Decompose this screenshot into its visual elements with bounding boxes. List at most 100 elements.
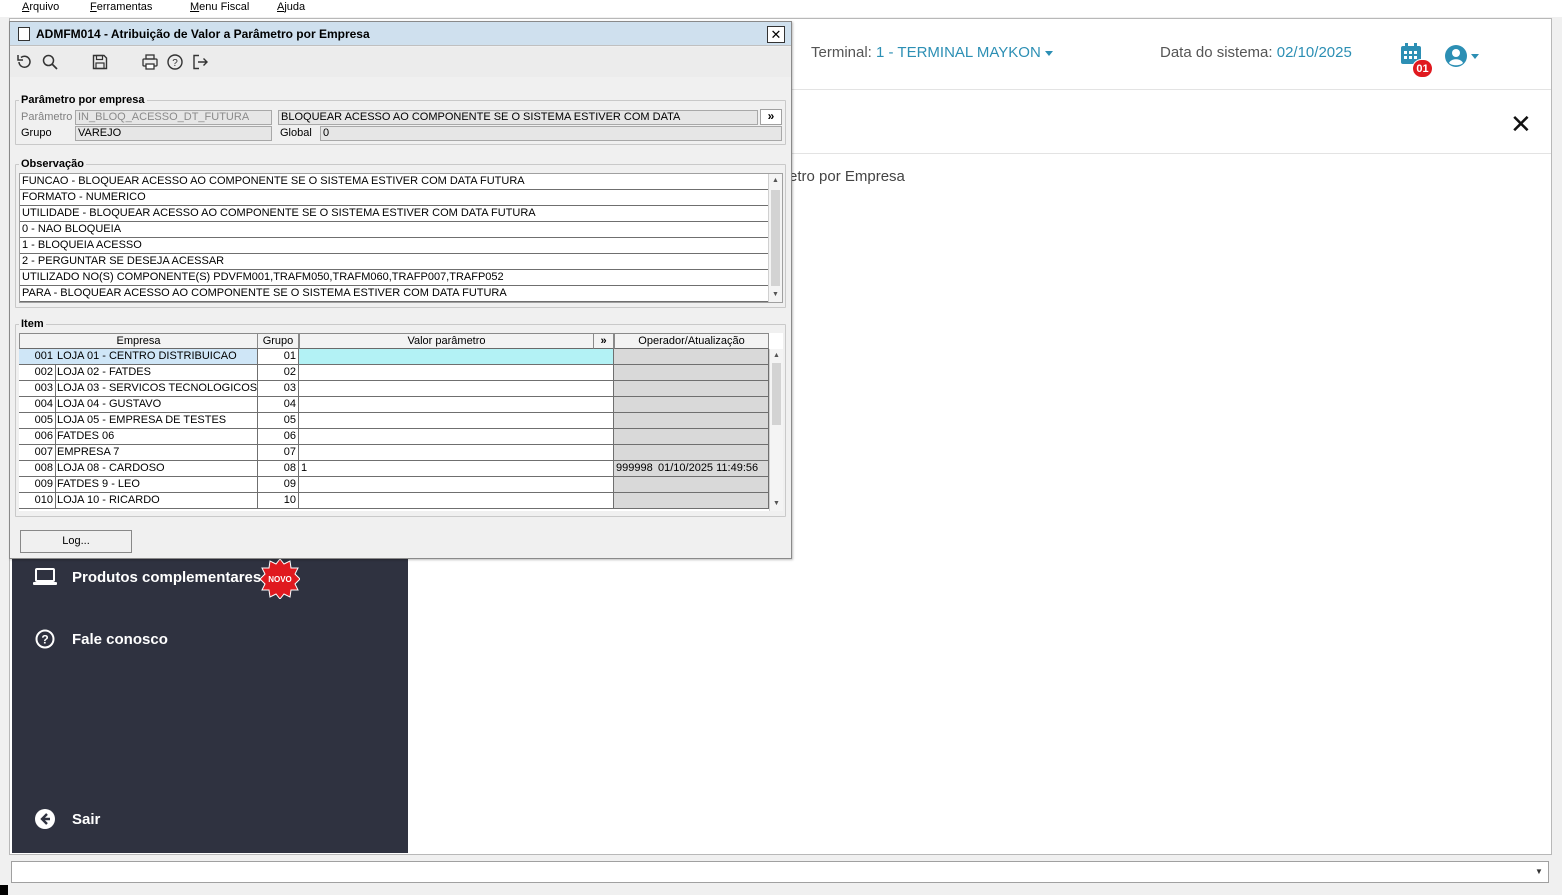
date-value: 02/10/2025 (1276, 44, 1352, 61)
cell-atualizacao (656, 365, 769, 381)
search-icon[interactable] (41, 53, 59, 71)
menu-arquivo[interactable]: Arquivo (22, 1, 59, 13)
sidebar-item-sair[interactable]: Sair (32, 806, 100, 832)
table-row[interactable]: 002 LOJA 02 - FATDES 02 (19, 365, 769, 381)
terminal-label: Terminal: (811, 44, 872, 61)
cell-valor[interactable] (299, 477, 614, 493)
cell-valor[interactable] (299, 445, 614, 461)
undo-icon[interactable] (15, 53, 33, 71)
cell-grupo: 09 (257, 477, 299, 493)
sidebar-item-fale-conosco[interactable]: ? Fale conosco (32, 626, 168, 652)
cell-code: 006 (19, 429, 56, 445)
scroll-up-icon[interactable]: ▲ (769, 174, 782, 188)
cell-code: 004 (19, 397, 56, 413)
table-row[interactable]: 004 LOJA 04 - GUSTAVO 04 (19, 397, 769, 413)
system-date: Data do sistema: 02/10/2025 (1160, 44, 1352, 61)
group-field[interactable]: VAREJO (75, 126, 272, 141)
toolbar: ? (10, 47, 791, 77)
menu-bar: Arquivo Ferramentas Menu Fiscal Ajuda (0, 0, 1562, 17)
help-icon[interactable]: ? (166, 53, 184, 71)
column-header-empresa[interactable]: Empresa (19, 333, 258, 349)
column-header-valor[interactable]: Valor parâmetro (299, 333, 594, 349)
laptop-icon (32, 564, 58, 590)
global-field[interactable]: 0 (320, 126, 782, 141)
sidebar: Produtos complementares NOVO ? Fale cono… (12, 540, 408, 853)
cell-valor[interactable] (299, 349, 614, 365)
cell-valor[interactable] (299, 429, 614, 445)
cell-valor[interactable] (299, 413, 614, 429)
cell-valor[interactable]: 1 (299, 461, 614, 477)
cell-code: 008 (19, 461, 56, 477)
table-row[interactable]: 010 LOJA 10 - RICARDO 10 (19, 493, 769, 509)
observation-list[interactable]: FUNCAO - BLOQUEAR ACESSO AO COMPONENTE S… (19, 173, 783, 303)
column-header-grupo[interactable]: Grupo (257, 333, 299, 349)
cell-atualizacao (656, 381, 769, 397)
cell-grupo: 07 (257, 445, 299, 461)
scroll-up-icon[interactable]: ▲ (770, 349, 783, 363)
scroll-thumb[interactable] (772, 363, 781, 425)
chevron-down-icon[interactable] (1044, 50, 1053, 56)
save-icon[interactable] (91, 53, 109, 71)
table-row[interactable]: 008 LOJA 08 - CARDOSO 08 1 999998 01/10/2025 … (19, 461, 769, 477)
cell-code: 005 (19, 413, 56, 429)
scroll-thumb[interactable] (771, 190, 780, 286)
dialog-admfm014: ADMFM014 - Atribuição de Valor a Parâmet… (9, 21, 792, 559)
dialog-close-button[interactable]: ✕ (767, 26, 785, 43)
observation-scrollbar[interactable]: ▲ ▼ (768, 174, 782, 302)
cell-name: FATDES 06 (55, 429, 258, 445)
grid-scrollbar[interactable]: ▲ ▼ (769, 349, 783, 511)
table-row[interactable]: 003 LOJA 03 - SERVICOS TECNOLOGICOS LT 03 (19, 381, 769, 397)
cell-atualizacao (656, 493, 769, 509)
cell-valor[interactable] (299, 493, 614, 509)
cell-name: LOJA 05 - EMPRESA DE TESTES (55, 413, 258, 429)
cell-operador (614, 445, 657, 461)
cell-atualizacao (656, 349, 769, 365)
param-description-field[interactable]: BLOQUEAR ACESSO AO COMPONENTE SE O SISTE… (278, 110, 758, 125)
menu-fiscal[interactable]: Menu Fiscal (190, 1, 249, 13)
cell-operador (614, 413, 657, 429)
print-icon[interactable] (141, 53, 159, 71)
table-row[interactable]: 009 FATDES 9 - LEO 09 (19, 477, 769, 493)
cell-name: LOJA 03 - SERVICOS TECNOLOGICOS LT (55, 381, 258, 397)
table-row[interactable]: 001 LOJA 01 - CENTRO DISTRIBUICAO 01 (19, 349, 769, 365)
dialog-title-bar[interactable]: ADMFM014 - Atribuição de Valor a Parâmet… (10, 22, 791, 46)
terminal-value[interactable]: 1 - TERMINAL MAYKON (876, 44, 1041, 61)
status-combo[interactable]: ▼ (11, 861, 1549, 883)
exit-icon[interactable] (191, 53, 209, 71)
item-grid[interactable]: Empresa Grupo Valor parâmetro » Operador… (19, 333, 783, 511)
svg-text:?: ? (41, 633, 48, 647)
cell-atualizacao (656, 429, 769, 445)
param-field[interactable]: IN_BLOQ_ACESSO_DT_FUTURA (75, 110, 272, 125)
menu-ajuda[interactable]: Ajuda (277, 1, 305, 13)
table-row[interactable]: 007 EMPRESA 7 07 (19, 445, 769, 461)
table-row[interactable]: 006 FATDES 06 06 (19, 429, 769, 445)
group-label: Grupo (21, 127, 52, 139)
close-icon[interactable]: ✕ (1510, 111, 1532, 137)
table-row[interactable]: 005 LOJA 05 - EMPRESA DE TESTES 05 (19, 413, 769, 429)
terminal-selector[interactable]: Terminal: 1 - TERMINAL MAYKON (811, 44, 1053, 61)
menu-ferramentas[interactable]: Ferramentas (90, 1, 152, 13)
param-more-button[interactable]: » (760, 109, 782, 125)
scroll-down-icon[interactable]: ▼ (770, 497, 783, 511)
column-header-operador[interactable]: Operador/Atualização (614, 333, 769, 349)
list-item: FORMATO - NUMERICO (20, 190, 768, 206)
date-label: Data do sistema: (1160, 44, 1273, 61)
cell-name: LOJA 02 - FATDES (55, 365, 258, 381)
cell-name: LOJA 08 - CARDOSO (55, 461, 258, 477)
user-avatar-icon[interactable] (1444, 44, 1468, 68)
cell-valor[interactable] (299, 397, 614, 413)
chevron-down-icon[interactable]: ▼ (1532, 864, 1546, 880)
observation-legend: Observação (21, 158, 84, 170)
cell-grupo: 04 (257, 397, 299, 413)
item-legend: Item (21, 318, 44, 330)
valor-more-button[interactable]: » (593, 333, 614, 349)
scroll-down-icon[interactable]: ▼ (769, 288, 782, 302)
list-item: FUNCAO - BLOQUEAR ACESSO AO COMPONENTE S… (20, 174, 768, 190)
chevron-down-icon[interactable] (1471, 54, 1479, 59)
sidebar-item-produtos[interactable]: Produtos complementares (32, 564, 261, 590)
log-button[interactable]: Log... (20, 530, 132, 553)
cell-valor[interactable] (299, 365, 614, 381)
cell-valor[interactable] (299, 381, 614, 397)
svg-text:?: ? (172, 58, 178, 69)
cell-code: 001 (19, 349, 56, 365)
